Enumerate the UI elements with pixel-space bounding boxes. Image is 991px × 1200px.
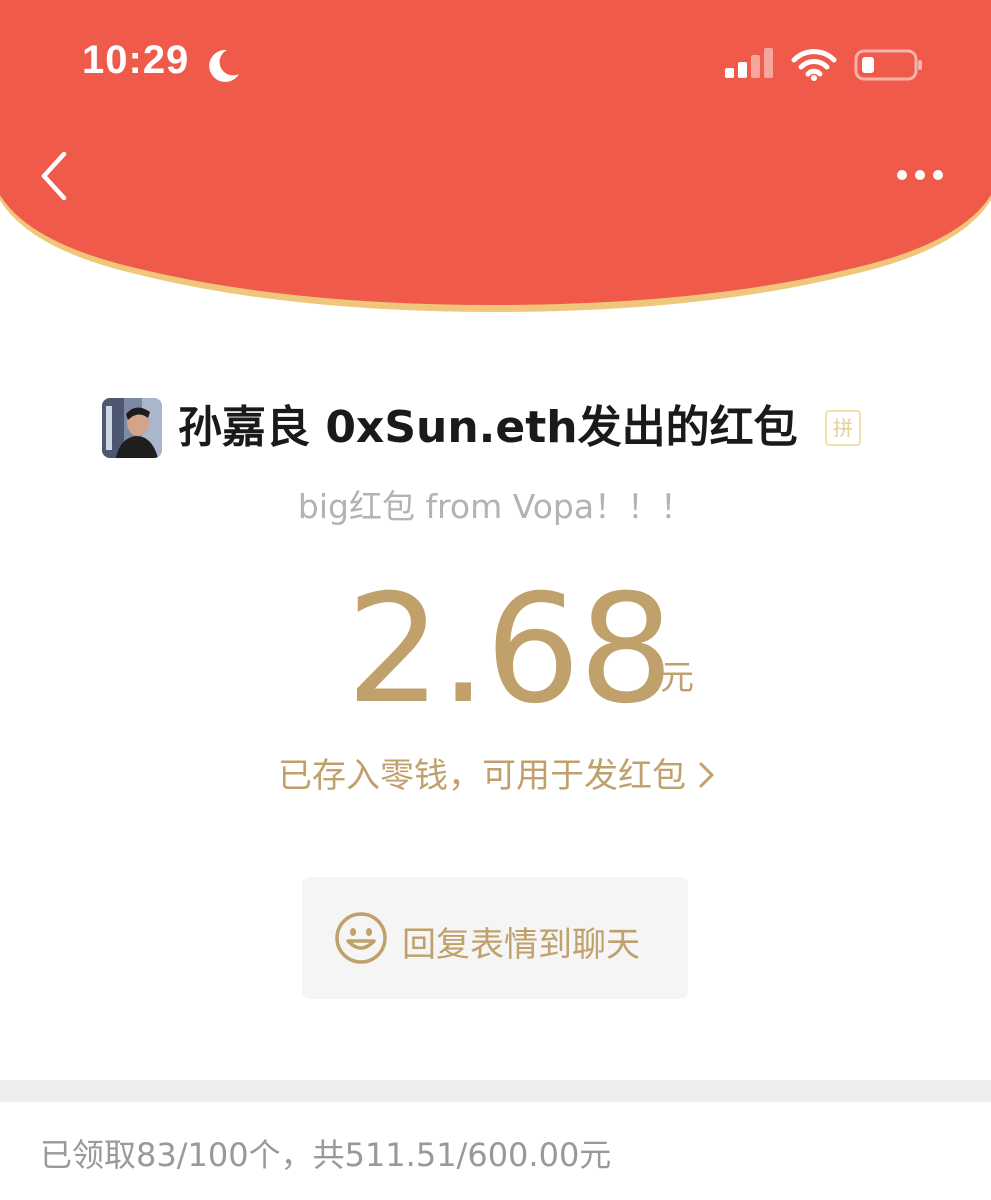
amount-unit: 元 (660, 658, 694, 698)
cellular-signal-icon (725, 48, 773, 78)
wallet-link[interactable]: 已存入零钱，可用于发红包 (278, 748, 716, 797)
smiley-icon (335, 912, 387, 964)
amount-row: 2.68 元 (0, 563, 991, 737)
amount-value: 2.68 (346, 563, 674, 737)
blessing-message: big红包 from Vopa！！！ (297, 487, 694, 526)
avatar[interactable] (102, 398, 162, 458)
reply-sticker-button[interactable]: 回复表情到聊天 (302, 877, 688, 999)
wallet-link-label: 已存入零钱，可用于发红包 (278, 756, 686, 796)
claim-summary: 已领取83/100个，共511.51/600.00元 (40, 1136, 612, 1174)
group-packet-badge[interactable]: 拼 (825, 410, 861, 446)
moon-icon (209, 49, 239, 82)
ellipsis-icon[interactable] (890, 160, 950, 190)
reply-sticker-label: 回复表情到聊天 (402, 925, 640, 965)
sender-title: 孙嘉良 0xSun.eth发出的红包 (178, 402, 798, 453)
battery-icon (854, 49, 922, 81)
sender-row: 孙嘉良 0xSun.eth发出的红包 拼 (0, 392, 991, 464)
status-time: 10:29 (82, 38, 190, 82)
section-divider (0, 1080, 991, 1102)
chevron-right-icon (699, 762, 714, 788)
chevron-left-icon[interactable] (36, 148, 76, 204)
wifi-icon (791, 49, 837, 81)
